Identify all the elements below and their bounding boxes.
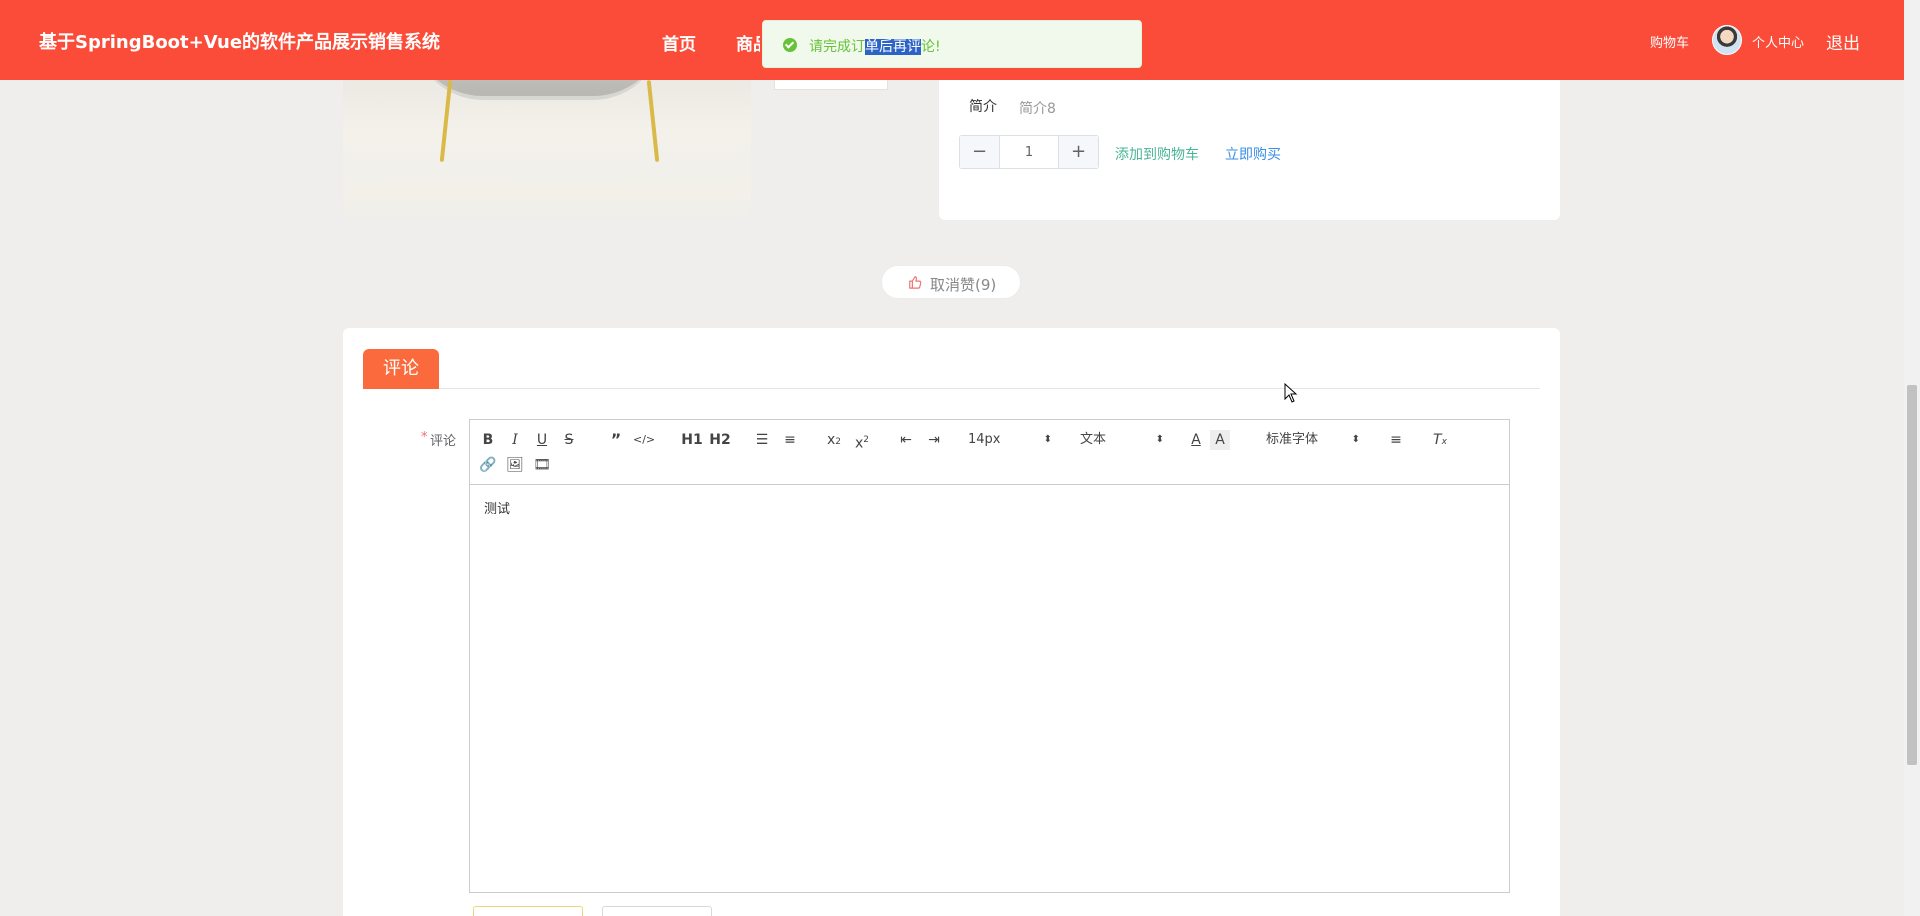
tab-divider: [363, 388, 1540, 389]
site-title: 基于SpringBoot+Vue的软件产品展示销售系统: [39, 32, 441, 53]
link-icon[interactable]: 🔗: [478, 455, 498, 475]
picker-arrow-icon: ⬍: [1155, 434, 1164, 445]
font-family-value: 标准字体: [1266, 432, 1319, 447]
background-color-icon[interactable]: A: [1210, 430, 1230, 450]
intro-value: 简介8: [1019, 101, 1056, 117]
quantity-stepper: − +: [959, 135, 1099, 169]
mouse-cursor-icon: [1284, 383, 1298, 403]
quantity-increase-button[interactable]: +: [1058, 136, 1098, 168]
rich-text-editor: B I U S ” </> H1 H2 ☰ ≡ x2 x2 ⇤ ⇥ 14px ⬍ …: [469, 419, 1510, 893]
logout-link[interactable]: 退出: [1826, 29, 1860, 54]
italic-icon[interactable]: I: [505, 430, 525, 450]
code-block-icon[interactable]: </>: [633, 430, 655, 450]
scrollbar-thumb[interactable]: [1907, 385, 1917, 765]
editor-toolbar: B I U S ” </> H1 H2 ☰ ≡ x2 x2 ⇤ ⇥ 14px ⬍ …: [470, 420, 1509, 485]
tab-comment[interactable]: 评论: [363, 349, 439, 389]
image-icon[interactable]: 🖼: [505, 455, 525, 475]
outdent-icon[interactable]: ⇤: [896, 430, 916, 450]
intro-label: 简介: [969, 99, 997, 115]
toast-message: 请完成订单后再评论!: [762, 20, 1142, 68]
bullet-list-icon[interactable]: ≡: [780, 430, 800, 450]
reset-button[interactable]: [602, 906, 712, 916]
thumbs-up-icon: [909, 276, 922, 289]
video-icon[interactable]: 🎞: [532, 455, 552, 475]
buy-now-button[interactable]: 立即购买: [1225, 144, 1281, 164]
picker-arrow-icon: ⬍: [1043, 434, 1052, 445]
indent-icon[interactable]: ⇥: [924, 430, 944, 450]
heading-picker[interactable]: 文本 ⬍: [1080, 430, 1164, 450]
unlike-label: 取消赞(9): [930, 276, 997, 294]
comment-card: 评论 * 评论 B I U S ” </> H1 H2 ☰ ≡ x2 x2 ⇤ …: [343, 328, 1560, 916]
product-info-card: 简介 简介8 − + 添加到购物车 立即购买: [939, 60, 1560, 220]
comment-field-label: 评论: [430, 434, 457, 449]
toast-text-selected: 单后再评: [865, 39, 921, 55]
heading-2-icon[interactable]: H2: [708, 430, 732, 450]
toast-text-part: 论!: [921, 39, 941, 55]
strike-icon[interactable]: S: [559, 430, 579, 450]
user-avatar[interactable]: [1712, 25, 1742, 55]
unlike-button[interactable]: 取消赞(9): [881, 265, 1021, 299]
product-leg-shape: [439, 80, 453, 162]
toast-text-part: 请完成订: [809, 39, 865, 55]
product-leg-shape: [646, 80, 660, 162]
font-family-picker[interactable]: 标准字体 ⬍: [1266, 430, 1360, 450]
bold-icon[interactable]: B: [478, 430, 498, 450]
quantity-decrease-button[interactable]: −: [960, 136, 1000, 168]
nav-home-link[interactable]: 首页: [662, 30, 696, 55]
align-icon[interactable]: ≡: [1386, 430, 1406, 450]
product-image: [343, 60, 751, 216]
text-color-icon[interactable]: A: [1186, 430, 1206, 450]
quantity-input[interactable]: [1000, 136, 1058, 168]
toast-text: 请完成订单后再评论!: [809, 36, 941, 56]
font-size-value: 14px: [968, 432, 1001, 447]
required-mark: *: [421, 430, 428, 445]
nav-goods-link[interactable]: 商品: [736, 30, 760, 55]
picker-arrow-icon: ⬍: [1351, 434, 1360, 445]
nav-personal-center-link[interactable]: 个人中心: [1752, 32, 1804, 51]
ordered-list-icon[interactable]: ☰: [752, 430, 772, 450]
heading-1-icon[interactable]: H1: [680, 430, 704, 450]
submit-button[interactable]: [473, 906, 583, 916]
superscript-icon[interactable]: x2: [852, 430, 872, 452]
clear-format-icon[interactable]: Tx: [1430, 430, 1450, 450]
blockquote-icon[interactable]: ”: [606, 430, 626, 450]
font-size-picker[interactable]: 14px ⬍: [968, 430, 1052, 450]
heading-value: 文本: [1080, 432, 1107, 447]
nav-cart-link[interactable]: 购物车: [1650, 32, 1689, 51]
subscript-icon[interactable]: x2: [824, 430, 844, 450]
underline-icon[interactable]: U: [532, 430, 552, 450]
success-check-icon: [783, 38, 797, 52]
add-to-cart-button[interactable]: 添加到购物车: [1115, 144, 1199, 164]
editor-content[interactable]: 测试: [484, 498, 510, 517]
